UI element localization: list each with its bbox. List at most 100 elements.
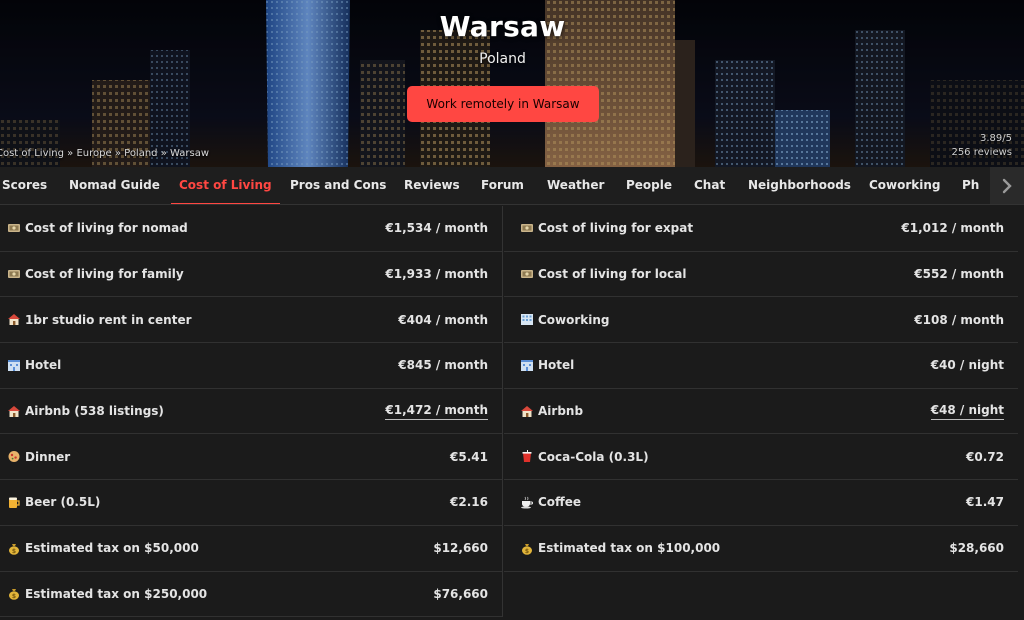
hotel-icon (5, 359, 23, 372)
cost-value: €404 / month (398, 312, 488, 327)
cost-label: Cost of living for local (538, 267, 687, 282)
cost-row: Dinner €5.41 (0, 434, 502, 481)
tab-neighborhoods[interactable]: Neighborhoods (748, 167, 851, 204)
cost-label: Coworking (538, 312, 610, 327)
cost-value: €845 / month (398, 358, 488, 373)
cost-label: Beer (0.5L) (25, 495, 101, 510)
tab-scores[interactable]: Scores (2, 167, 47, 204)
svg-text:$: $ (525, 548, 529, 555)
cost-value: $28,660 (949, 541, 1004, 556)
tab-coworking[interactable]: Coworking (869, 167, 941, 204)
breadcrumb-separator: » (114, 148, 121, 159)
cost-label: Hotel (538, 358, 575, 373)
soda-cup-icon (518, 450, 536, 463)
svg-text:$: $ (12, 548, 16, 555)
tab-forum[interactable]: Forum (481, 167, 524, 204)
tab-photos[interactable]: Ph (962, 167, 979, 204)
breadcrumb-item-europe[interactable]: Europe (76, 148, 111, 159)
country-name: Poland (479, 51, 526, 67)
chevron-right-icon (1002, 178, 1012, 194)
cost-value-link[interactable]: €1,472 / month (385, 403, 488, 420)
cost-row: Coworking €108 / month (504, 297, 1018, 344)
money-icon (518, 222, 536, 234)
tab-cost-of-living[interactable]: Cost of Living (171, 167, 280, 204)
cost-row: Airbnb (538 listings) €1,472 / month (0, 389, 502, 435)
breadcrumb-item-cost-of-living[interactable]: Cost of Living (0, 148, 64, 159)
cost-row: Cost of living for family €1,933 / month (0, 252, 502, 298)
cost-row: $ Estimated tax on $100,000 $28,660 (504, 526, 1018, 572)
cost-row: $ Estimated tax on $250,000 $76,660 (0, 572, 502, 618)
cost-label: 1br studio rent in center (25, 312, 192, 327)
breadcrumb-separator: » (67, 148, 74, 159)
cost-label: Dinner (25, 449, 71, 464)
cost-row: 1br studio rent in center €404 / month (0, 297, 502, 344)
city-hero: Warsaw Poland Work remotely in Warsaw Co… (0, 0, 1024, 167)
city-title: Warsaw (439, 10, 566, 43)
cost-column-left: Cost of living for nomad €1,534 / month Co… (0, 206, 503, 618)
money-bag-icon: $ (5, 587, 23, 600)
svg-text:$: $ (12, 593, 16, 600)
breadcrumb-item-poland[interactable]: Poland (124, 148, 157, 159)
cost-row: Coffee €1.47 (504, 480, 1018, 526)
tab-weather[interactable]: Weather (547, 167, 604, 204)
city-tabs: Scores Nomad Guide Cost of Living Pros a… (0, 167, 1024, 205)
breadcrumb-separator: » (160, 148, 167, 159)
cost-label: Cost of living for nomad (25, 221, 188, 236)
cost-row: Airbnb €48 / night (504, 389, 1018, 435)
money-bag-icon: $ (518, 542, 536, 555)
house-icon (518, 405, 536, 418)
cost-row: Hotel €845 / month (0, 343, 502, 389)
cost-row: Beer (0.5L) €2.16 (0, 480, 502, 526)
tab-pros-and-cons[interactable]: Pros and Cons (290, 167, 386, 204)
tab-reviews[interactable]: Reviews (404, 167, 460, 204)
work-remotely-button[interactable]: Work remotely in Warsaw (407, 86, 599, 122)
cost-value: €2.16 (450, 495, 488, 510)
cost-column-right: Cost of living for expat €1,012 / month Co… (504, 206, 1018, 572)
breadcrumb-item-warsaw[interactable]: Warsaw (170, 148, 209, 159)
house-icon (5, 405, 23, 418)
tabs-scroll-right-button[interactable] (990, 167, 1024, 204)
coffee-icon (518, 496, 536, 509)
cost-label: Coca-Cola (0.3L) (538, 449, 649, 464)
beer-icon (5, 496, 23, 509)
cost-row: $ Estimated tax on $50,000 $12,660 (0, 526, 502, 572)
cost-value-link[interactable]: €48 / night (930, 403, 1004, 420)
breadcrumb: Cost of Living » Europe » Poland » Warsa… (0, 148, 209, 159)
house-icon (5, 313, 23, 326)
cost-label: Cost of living for expat (538, 221, 694, 236)
cost-value: €108 / month (914, 312, 1004, 327)
cost-label: Cost of living for family (25, 267, 184, 282)
cost-row: Coca-Cola (0.3L) €0.72 (504, 434, 1018, 481)
money-bag-icon: $ (5, 542, 23, 555)
cost-value: €1,933 / month (385, 267, 488, 282)
tab-chat[interactable]: Chat (694, 167, 725, 204)
cost-value: €0.72 (966, 449, 1004, 464)
cost-row: Cost of living for expat €1,012 / month (504, 206, 1018, 252)
cost-label: Estimated tax on $50,000 (25, 541, 199, 556)
money-icon (5, 268, 23, 280)
office-icon (518, 313, 536, 326)
money-icon (5, 222, 23, 234)
cost-value: €1,534 / month (385, 221, 488, 236)
rating-block: 3.89/5 256 reviews (951, 132, 1012, 160)
cost-row: Cost of living for local €552 / month (504, 252, 1018, 298)
cost-value: $12,660 (433, 541, 488, 556)
cost-label: Estimated tax on $250,000 (25, 586, 208, 601)
pizza-icon (5, 450, 23, 463)
tab-nomad-guide[interactable]: Nomad Guide (69, 167, 160, 204)
cost-row: Hotel €40 / night (504, 343, 1018, 389)
cost-value: €1,012 / month (901, 221, 1004, 236)
cost-value: €552 / month (914, 267, 1004, 282)
cost-row: Cost of living for nomad €1,534 / month (0, 206, 502, 252)
review-count[interactable]: 256 reviews (951, 146, 1012, 160)
tab-people[interactable]: People (626, 167, 672, 204)
cost-label: Coffee (538, 495, 582, 510)
cost-label: Hotel (25, 358, 62, 373)
cost-label: Estimated tax on $100,000 (538, 541, 721, 556)
money-icon (518, 268, 536, 280)
cost-label: Airbnb (538 listings) (25, 404, 164, 419)
cost-value: €1.47 (966, 495, 1004, 510)
cost-label: Airbnb (538, 404, 584, 419)
cost-value: €40 / night (930, 358, 1004, 373)
cost-value: €5.41 (450, 449, 488, 464)
